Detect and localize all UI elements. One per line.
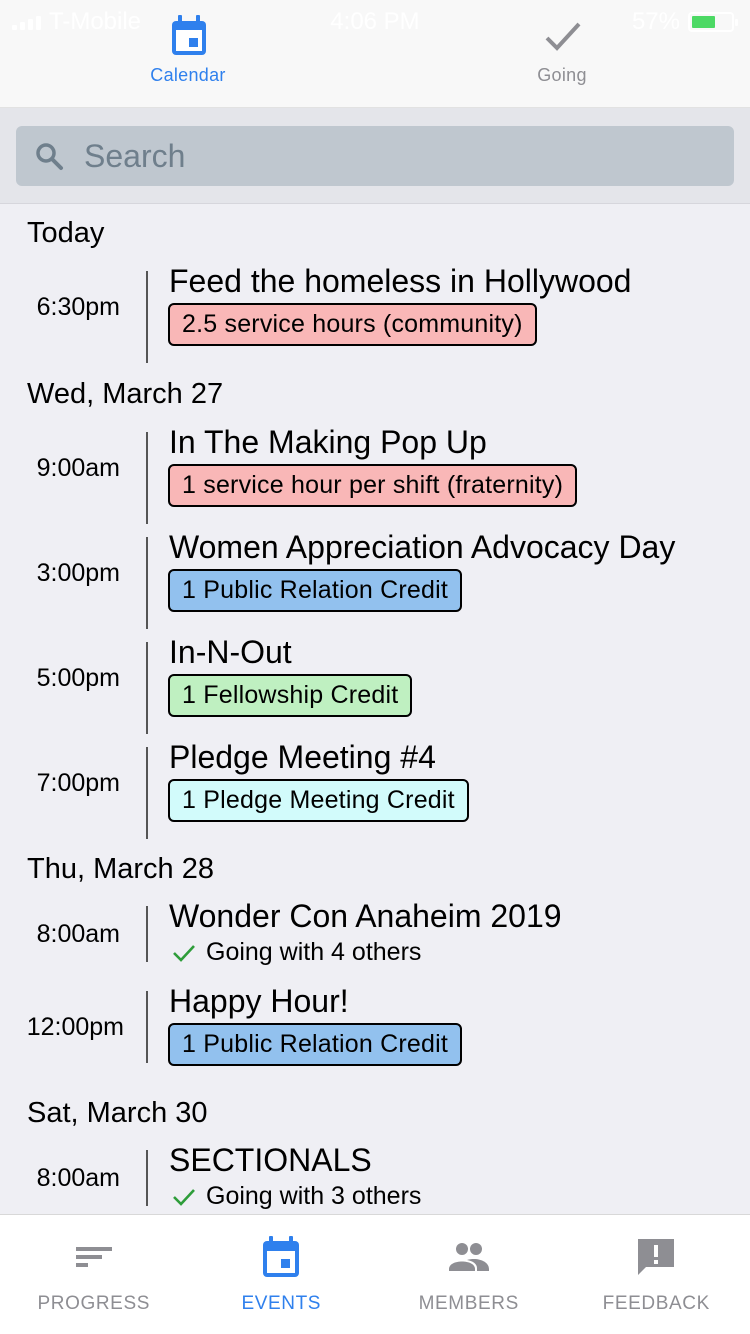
nav-progress[interactable]: PROGRESS	[0, 1215, 188, 1334]
event-divider	[146, 747, 148, 839]
event-divider	[146, 642, 148, 734]
tab-going[interactable]: Going	[462, 10, 662, 100]
top-header: T-Mobile 4:06 PM 57% Calendar Going	[0, 0, 750, 108]
event-title: SECTIONALS	[169, 1142, 372, 1178]
event-time: 9:00am	[36, 454, 120, 482]
event-row[interactable]: 8:00am Wonder Con Anaheim 2019 Going wit…	[0, 898, 750, 966]
nav-progress-label: PROGRESS	[37, 1293, 150, 1314]
feedback-icon	[638, 1239, 675, 1275]
event-title: Feed the homeless in Hollywood	[169, 263, 632, 299]
going-label: Going with 3 others	[206, 1182, 422, 1210]
day-header: Wed, March 27	[27, 378, 224, 410]
event-title: In-N-Out	[169, 634, 292, 670]
nav-feedback-label: FEEDBACK	[602, 1293, 710, 1314]
search-bar-container	[0, 108, 750, 204]
event-divider	[146, 906, 148, 962]
going-status: Going with 4 others	[172, 938, 421, 967]
event-row[interactable]: 5:00pm In-N-Out 1 Fellowship Credit	[0, 634, 750, 734]
credit-badge: 1 Fellowship Credit	[168, 674, 413, 717]
nav-members-label: MEMBERS	[418, 1293, 519, 1314]
checkmark-icon	[545, 22, 581, 51]
credit-badge: 2.5 service hours (community)	[168, 303, 537, 346]
tab-going-label: Going	[537, 65, 587, 85]
event-row[interactable]: 9:00am In The Making Pop Up 1 service ho…	[0, 424, 750, 524]
progress-icon	[75, 1247, 112, 1267]
event-divider	[146, 537, 148, 629]
search-input[interactable]	[84, 137, 684, 175]
event-row[interactable]: 8:00am SECTIONALS Going with 3 others	[0, 1142, 750, 1210]
event-divider	[146, 271, 148, 363]
nav-events-label: EVENTS	[241, 1293, 322, 1314]
search-icon	[36, 143, 63, 170]
nav-members[interactable]: MEMBERS	[375, 1215, 563, 1334]
event-time: 12:00pm	[26, 1013, 124, 1041]
event-time: 8:00am	[36, 1164, 120, 1192]
event-row[interactable]: 12:00pm Happy Hour! 1 Public Relation Cr…	[0, 983, 750, 1066]
credit-badge: 1 Public Relation Credit	[168, 1023, 463, 1066]
battery-icon	[688, 12, 738, 32]
day-header: Sat, March 30	[27, 1097, 208, 1129]
event-title: In The Making Pop Up	[169, 424, 487, 460]
event-row[interactable]: 3:00pm Women Appreciation Advocacy Day 1…	[0, 529, 750, 629]
event-divider	[146, 432, 148, 524]
event-title: Happy Hour!	[169, 983, 349, 1019]
bottom-nav: PROGRESS EVENTS MEMBERS FEEDBACK	[0, 1214, 750, 1334]
credit-badge: 1 Public Relation Credit	[168, 569, 463, 612]
event-time: 7:00pm	[36, 769, 120, 797]
event-list[interactable]: Today 6:30pm Feed the homeless in Hollyw…	[0, 205, 750, 1214]
event-title: Pledge Meeting #4	[169, 739, 436, 775]
day-header: Thu, March 28	[27, 853, 214, 885]
check-icon	[173, 944, 195, 962]
event-row[interactable]: 7:00pm Pledge Meeting #4 1 Pledge Meetin…	[0, 739, 750, 839]
event-title: Wonder Con Anaheim 2019	[169, 898, 562, 934]
going-label: Going with 4 others	[206, 938, 422, 966]
event-row[interactable]: 6:30pm Feed the homeless in Hollywood 2.…	[0, 263, 750, 363]
search-bar[interactable]	[16, 126, 734, 186]
event-divider	[146, 1150, 148, 1206]
nav-feedback[interactable]: FEEDBACK	[563, 1215, 750, 1334]
event-time: 3:00pm	[36, 559, 120, 587]
day-header: Today	[27, 217, 105, 249]
credit-badge: 1 service hour per shift (fraternity)	[168, 464, 578, 507]
event-title: Women Appreciation Advocacy Day	[169, 529, 676, 565]
tab-calendar-label: Calendar	[150, 65, 226, 85]
event-time: 8:00am	[36, 920, 120, 948]
tab-calendar[interactable]: Calendar	[88, 10, 288, 100]
credit-badge: 1 Pledge Meeting Credit	[168, 779, 469, 822]
calendar-icon	[263, 1236, 300, 1277]
calendar-icon	[172, 15, 206, 55]
nav-events[interactable]: EVENTS	[188, 1215, 376, 1334]
event-time: 5:00pm	[36, 664, 120, 692]
check-icon	[173, 1188, 195, 1206]
event-divider	[146, 991, 148, 1063]
members-icon	[448, 1243, 489, 1271]
going-status: Going with 3 others	[172, 1182, 421, 1211]
event-time: 6:30pm	[36, 293, 120, 321]
